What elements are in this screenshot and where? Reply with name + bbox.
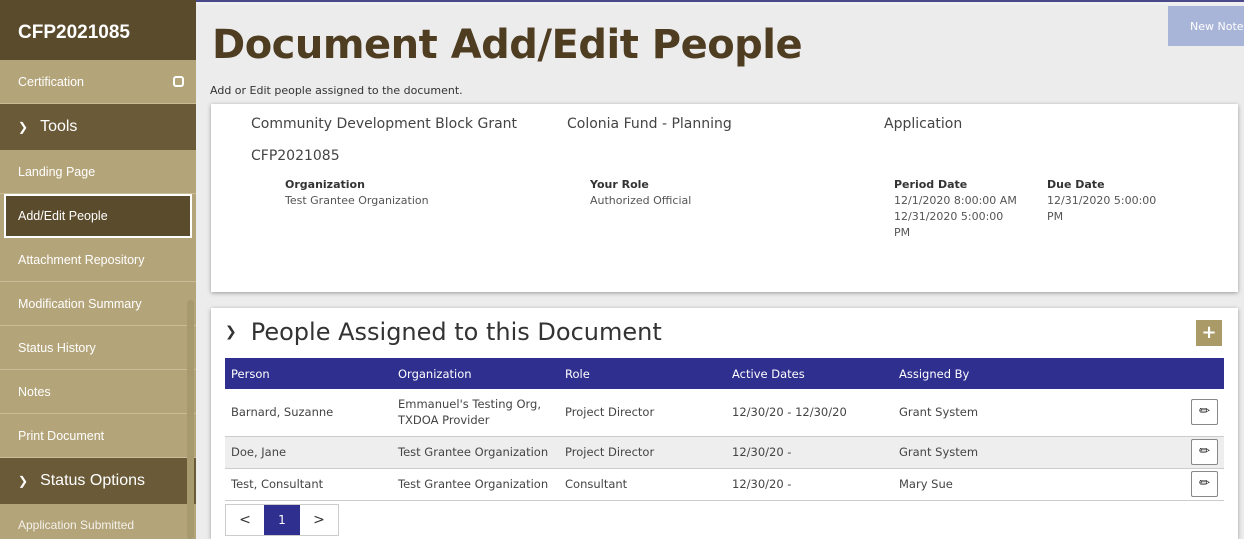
column-header-actions bbox=[1153, 358, 1224, 389]
due-value: 12/31/2020 5:00:00 PM bbox=[1047, 194, 1157, 223]
document-type: Application bbox=[884, 116, 963, 132]
role-field: Your Role Authorized Official bbox=[590, 178, 691, 209]
cell-organization: Test Grantee Organization bbox=[392, 436, 559, 469]
cell-role: Project Director bbox=[559, 389, 726, 437]
program-name: Community Development Block Grant bbox=[251, 116, 518, 132]
cell-organization: Emmanuel's Testing Org, TXDOA Provider bbox=[392, 389, 559, 437]
pagination-prev[interactable]: < bbox=[226, 505, 264, 535]
sidebar-item-label: Attachment Repository bbox=[18, 252, 145, 267]
sidebar-section-label: Tools bbox=[40, 118, 78, 135]
cell-actions: ✏ bbox=[1153, 389, 1224, 437]
cell-person: Barnard, Suzanne bbox=[225, 389, 392, 437]
organization-value: Test Grantee Organization bbox=[285, 194, 429, 207]
sidebar-item-label: Print Document bbox=[18, 428, 105, 443]
edit-button[interactable]: ✏ bbox=[1191, 399, 1218, 426]
pagination-page-1[interactable]: 1 bbox=[264, 505, 300, 535]
sidebar-item-notes[interactable]: Notes bbox=[0, 370, 196, 414]
sidebar-item-application-submitted[interactable]: Application Submitted bbox=[0, 504, 196, 534]
cell-person: Test, Consultant bbox=[225, 468, 392, 501]
sidebar-section-label: Status Options bbox=[40, 472, 146, 489]
edit-button[interactable]: ✏ bbox=[1191, 471, 1218, 497]
pencil-icon: ✏ bbox=[1199, 444, 1210, 459]
top-divider bbox=[196, 0, 1244, 5]
period-end: 12/31/2020 5:00:00 PM bbox=[894, 210, 1004, 239]
cell-dates: 12/30/20 - 12/30/20 bbox=[726, 389, 893, 437]
chevron-down-icon: ❯ bbox=[18, 474, 29, 488]
page-subtitle: Add or Edit people assigned to the docum… bbox=[210, 84, 463, 97]
new-note-button[interactable]: New Note bbox=[1168, 6, 1244, 46]
people-card: ❯ People Assigned to this Document + Per… bbox=[211, 308, 1238, 539]
column-header-active-dates[interactable]: Active Dates bbox=[726, 358, 893, 389]
sidebar-item-add-edit-people[interactable]: Add/Edit People bbox=[4, 194, 192, 238]
sidebar-item-label: Status History bbox=[18, 340, 96, 355]
table-header-row: Person Organization Role Active Dates As… bbox=[225, 358, 1224, 389]
cell-role: Project Director bbox=[559, 436, 726, 469]
document-id: CFP2021085 bbox=[251, 148, 340, 164]
sidebar-item-label: Certification bbox=[18, 74, 84, 89]
sidebar-item-label: Notes bbox=[18, 384, 51, 399]
cell-actions: ✏ bbox=[1153, 436, 1224, 469]
sidebar-header: CFP2021085 bbox=[0, 0, 196, 60]
sidebar-item-label: Landing Page bbox=[18, 164, 96, 179]
cell-assigned-by: Grant System bbox=[893, 436, 1153, 469]
due-field: Due Date 12/31/2020 5:00:00 PM bbox=[1047, 178, 1165, 225]
chevron-down-icon: ❯ bbox=[18, 120, 29, 134]
period-field: Period Date 12/1/2020 8:00:00 AM 12/31/2… bbox=[894, 178, 1034, 241]
cell-assigned-by: Mary Sue bbox=[893, 468, 1153, 501]
column-header-assigned-by[interactable]: Assigned By bbox=[893, 358, 1153, 389]
cell-role: Consultant bbox=[559, 468, 726, 501]
pagination-next[interactable]: > bbox=[300, 505, 338, 535]
role-label: Your Role bbox=[590, 178, 649, 191]
cell-dates: 12/30/20 - bbox=[726, 436, 893, 469]
pencil-icon: ✏ bbox=[1199, 404, 1210, 420]
sidebar-scrollbar[interactable] bbox=[187, 300, 194, 539]
sidebar-item-label: Add/Edit People bbox=[18, 209, 108, 223]
cell-person: Doe, Jane bbox=[225, 436, 392, 469]
add-person-button[interactable]: + bbox=[1196, 320, 1222, 346]
table-row: Barnard, Suzanne Emmanuel's Testing Org,… bbox=[225, 389, 1224, 437]
organization-label: Organization bbox=[285, 178, 365, 191]
sidebar-item-landing-page[interactable]: Landing Page bbox=[0, 150, 196, 194]
sidebar-item-attachment-repository[interactable]: Attachment Repository bbox=[0, 238, 196, 282]
period-start: 12/1/2020 8:00:00 AM bbox=[894, 194, 1017, 207]
people-section-title: People Assigned to this Document bbox=[250, 318, 662, 346]
table-row: Doe, Jane Test Grantee Organization Proj… bbox=[225, 436, 1224, 469]
role-value: Authorized Official bbox=[590, 194, 692, 207]
document-info-card: Community Development Block Grant Coloni… bbox=[211, 104, 1238, 292]
chevron-down-icon: ❯ bbox=[225, 324, 237, 340]
sidebar-item-modification-summary[interactable]: Modification Summary bbox=[0, 282, 196, 326]
due-label: Due Date bbox=[1047, 178, 1105, 191]
column-header-person[interactable]: Person bbox=[225, 358, 392, 389]
organization-field: Organization Test Grantee Organization bbox=[285, 178, 429, 209]
edit-button[interactable]: ✏ bbox=[1191, 439, 1218, 465]
sidebar-section-status-options[interactable]: ❯ Status Options bbox=[0, 458, 196, 504]
people-section-header[interactable]: ❯ People Assigned to this Document bbox=[225, 318, 662, 346]
people-table: Person Organization Role Active Dates As… bbox=[225, 358, 1224, 501]
period-label: Period Date bbox=[894, 178, 968, 191]
sidebar-item-certification[interactable]: Certification bbox=[0, 60, 196, 104]
main-content: Document Add/Edit People Add or Edit peo… bbox=[196, 0, 1244, 539]
column-header-role[interactable]: Role bbox=[559, 358, 726, 389]
toggle-icon[interactable] bbox=[173, 76, 184, 87]
sidebar-section-tools[interactable]: ❯ Tools bbox=[0, 104, 196, 150]
pagination: < 1 > bbox=[225, 504, 339, 536]
fund-name: Colonia Fund - Planning bbox=[567, 116, 732, 132]
sidebar-item-print-document[interactable]: Print Document bbox=[0, 414, 196, 458]
page-title: Document Add/Edit People bbox=[212, 22, 803, 68]
sidebar-item-label: Modification Summary bbox=[18, 296, 142, 311]
cell-organization: Test Grantee Organization bbox=[392, 468, 559, 501]
cell-dates: 12/30/20 - bbox=[726, 468, 893, 501]
sidebar-item-status-history[interactable]: Status History bbox=[0, 326, 196, 370]
sidebar: CFP2021085 Certification ❯ Tools Landing… bbox=[0, 0, 196, 539]
table-row: Test, Consultant Test Grantee Organizati… bbox=[225, 468, 1224, 501]
pencil-icon: ✏ bbox=[1199, 476, 1210, 491]
cell-actions: ✏ bbox=[1153, 468, 1224, 501]
column-header-organization[interactable]: Organization bbox=[392, 358, 559, 389]
cell-assigned-by: Grant System bbox=[893, 389, 1153, 437]
